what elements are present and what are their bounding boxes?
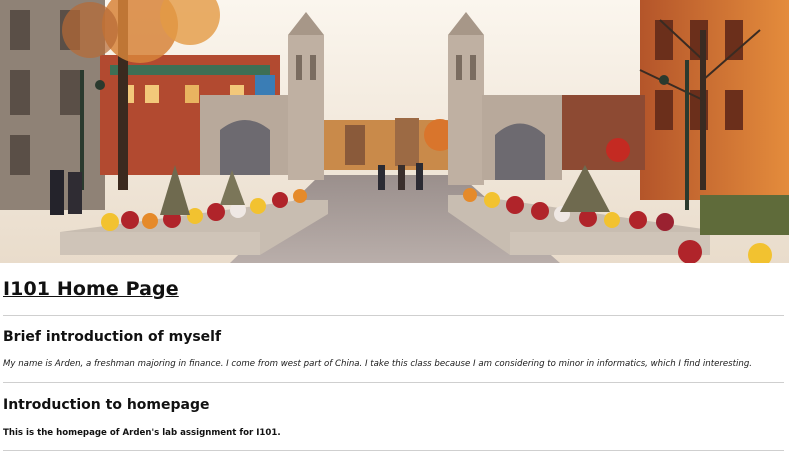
divider — [3, 382, 784, 383]
section-heading-about-me: Brief introduction of myself — [3, 329, 222, 345]
homepage: I101 Home Page Brief introduction of mys… — [0, 0, 789, 457]
divider — [3, 315, 784, 316]
hero-image — [0, 0, 789, 263]
about-me-text: My name is Arden, a freshman majoring in… — [3, 359, 753, 369]
campus-gateway-photo — [0, 0, 789, 263]
homepage-text: This is the homepage of Arden's lab assi… — [3, 428, 281, 438]
divider — [3, 450, 784, 451]
page-title: I101 Home Page — [3, 278, 179, 300]
section-heading-homepage: Introduction to homepage — [3, 397, 210, 413]
